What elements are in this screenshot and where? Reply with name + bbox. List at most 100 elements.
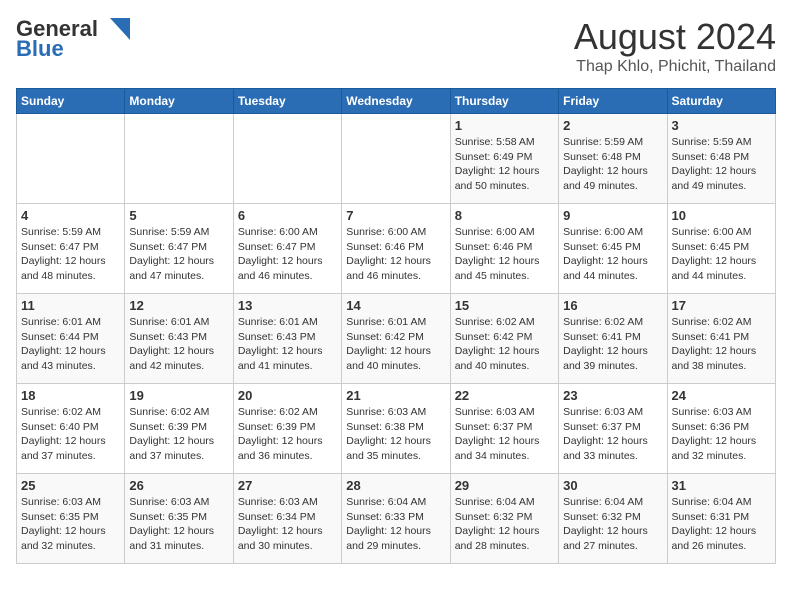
calendar-cell: 4Sunrise: 5:59 AM Sunset: 6:47 PM Daylig… [17,204,125,294]
day-header-saturday: Saturday [667,89,775,114]
day-info: Sunrise: 6:04 AM Sunset: 6:33 PM Dayligh… [346,495,445,554]
day-number: 20 [238,388,337,403]
day-number: 29 [455,478,554,493]
day-header-sunday: Sunday [17,89,125,114]
day-header-friday: Friday [559,89,667,114]
calendar-cell: 5 Sunrise: 5:59 AM Sunset: 6:47 PM Daylig… [125,204,233,294]
calendar-table: SundayMondayTuesdayWednesdayThursdayFrid… [16,88,776,564]
calendar-cell [125,114,233,204]
day-info: Sunrise: 6:03 AM Sunset: 6:36 PM Dayligh… [672,405,771,464]
day-number: 31 [672,478,771,493]
day-number: 18 [21,388,120,403]
calendar-week-5: 25 Sunrise: 6:03 AM Sunset: 6:35 PM Dayli… [17,474,776,564]
calendar-cell: 2Sunrise: 5:59 AM Sunset: 6:48 PM Daylig… [559,114,667,204]
calendar-cell: 21Sunrise: 6:03 AM Sunset: 6:38 PM Dayli… [342,384,450,474]
day-header-tuesday: Tuesday [233,89,341,114]
calendar-cell: 9 Sunrise: 6:00 AM Sunset: 6:45 PM Daylig… [559,204,667,294]
day-number: 11 [21,298,120,313]
day-header-thursday: Thursday [450,89,558,114]
calendar-cell: 13 Sunrise: 6:01 AM Sunset: 6:43 PM Dayli… [233,294,341,384]
day-number: 1 [455,118,554,133]
logo: General Blue [16,16,130,62]
day-info: Sunrise: 6:02 AM Sunset: 6:39 PM Dayligh… [238,405,337,464]
day-number: 16 [563,298,662,313]
day-info: Sunrise: 6:01 AM Sunset: 6:43 PM Dayligh… [129,315,228,374]
day-info: Sunrise: 5:59 AM Sunset: 6:48 PM Dayligh… [672,135,771,194]
calendar-cell: 25Sunrise: 6:03 AM Sunset: 6:35 PM Dayli… [17,474,125,564]
day-info: Sunrise: 6:00 AM Sunset: 6:45 PM Dayligh… [672,225,771,284]
day-info: Sunrise: 6:02 AM Sunset: 6:39 PM Dayligh… [129,405,228,464]
day-number: 14 [346,298,445,313]
calendar-cell: 14 Sunrise: 6:01 AM Sunset: 6:42 PM Dayli… [342,294,450,384]
day-number: 6 [238,208,337,223]
day-info: Sunrise: 6:00 AM Sunset: 6:45 PM Dayligh… [563,225,662,284]
day-info: Sunrise: 5:58 AM Sunset: 6:49 PM Dayligh… [455,135,554,194]
calendar-cell: 3 Sunrise: 5:59 AM Sunset: 6:48 PM Daylig… [667,114,775,204]
day-info: Sunrise: 6:04 AM Sunset: 6:32 PM Dayligh… [455,495,554,554]
day-number: 2 [563,118,662,133]
logo-icon [100,18,130,40]
calendar-cell: 7 Sunrise: 6:00 AM Sunset: 6:46 PM Daylig… [342,204,450,294]
day-header-wednesday: Wednesday [342,89,450,114]
calendar-cell: 1 Sunrise: 5:58 AM Sunset: 6:49 PM Daylig… [450,114,558,204]
calendar-cell: 28 Sunrise: 6:04 AM Sunset: 6:33 PM Dayli… [342,474,450,564]
day-info: Sunrise: 6:00 AM Sunset: 6:47 PM Dayligh… [238,225,337,284]
calendar-cell: 31 Sunrise: 6:04 AM Sunset: 6:31 PM Dayli… [667,474,775,564]
page-header: General Blue August 2024 Thap Khlo, Phic… [16,16,776,76]
day-number: 24 [672,388,771,403]
day-info: Sunrise: 6:04 AM Sunset: 6:32 PM Dayligh… [563,495,662,554]
day-info: Sunrise: 6:00 AM Sunset: 6:46 PM Dayligh… [455,225,554,284]
day-number: 12 [129,298,228,313]
calendar-cell: 10 Sunrise: 6:00 AM Sunset: 6:45 PM Dayli… [667,204,775,294]
day-number: 3 [672,118,771,133]
day-number: 30 [563,478,662,493]
logo-blue: Blue [16,36,64,62]
day-info: Sunrise: 6:03 AM Sunset: 6:37 PM Dayligh… [455,405,554,464]
calendar-week-1: 1 Sunrise: 5:58 AM Sunset: 6:49 PM Daylig… [17,114,776,204]
day-info: Sunrise: 6:02 AM Sunset: 6:41 PM Dayligh… [563,315,662,374]
calendar-week-2: 4Sunrise: 5:59 AM Sunset: 6:47 PM Daylig… [17,204,776,294]
day-number: 5 [129,208,228,223]
day-info: Sunrise: 6:04 AM Sunset: 6:31 PM Dayligh… [672,495,771,554]
calendar-cell: 29 Sunrise: 6:04 AM Sunset: 6:32 PM Dayli… [450,474,558,564]
day-number: 17 [672,298,771,313]
day-info: Sunrise: 6:03 AM Sunset: 6:35 PM Dayligh… [129,495,228,554]
day-info: Sunrise: 5:59 AM Sunset: 6:47 PM Dayligh… [129,225,228,284]
month-year: August 2024 [574,16,776,58]
calendar-cell [17,114,125,204]
day-info: Sunrise: 6:01 AM Sunset: 6:42 PM Dayligh… [346,315,445,374]
day-number: 7 [346,208,445,223]
calendar-cell: 19Sunrise: 6:02 AM Sunset: 6:39 PM Dayli… [125,384,233,474]
day-header-monday: Monday [125,89,233,114]
day-info: Sunrise: 6:01 AM Sunset: 6:44 PM Dayligh… [21,315,120,374]
calendar-cell: 8 Sunrise: 6:00 AM Sunset: 6:46 PM Daylig… [450,204,558,294]
calendar-cell: 16 Sunrise: 6:02 AM Sunset: 6:41 PM Dayli… [559,294,667,384]
day-number: 26 [129,478,228,493]
day-info: Sunrise: 6:03 AM Sunset: 6:34 PM Dayligh… [238,495,337,554]
calendar-cell: 30 Sunrise: 6:04 AM Sunset: 6:32 PM Dayli… [559,474,667,564]
day-number: 27 [238,478,337,493]
calendar-week-4: 18 Sunrise: 6:02 AM Sunset: 6:40 PM Dayli… [17,384,776,474]
day-number: 23 [563,388,662,403]
day-info: Sunrise: 6:02 AM Sunset: 6:40 PM Dayligh… [21,405,120,464]
day-number: 13 [238,298,337,313]
day-number: 25 [21,478,120,493]
day-number: 21 [346,388,445,403]
calendar-cell [233,114,341,204]
day-number: 15 [455,298,554,313]
day-info: Sunrise: 6:02 AM Sunset: 6:42 PM Dayligh… [455,315,554,374]
calendar-cell: 24 Sunrise: 6:03 AM Sunset: 6:36 PM Dayli… [667,384,775,474]
calendar-cell: 20 Sunrise: 6:02 AM Sunset: 6:39 PM Dayli… [233,384,341,474]
day-info: Sunrise: 6:01 AM Sunset: 6:43 PM Dayligh… [238,315,337,374]
day-number: 10 [672,208,771,223]
calendar-cell: 15 Sunrise: 6:02 AM Sunset: 6:42 PM Dayli… [450,294,558,384]
day-info: Sunrise: 6:00 AM Sunset: 6:46 PM Dayligh… [346,225,445,284]
calendar-week-3: 11 Sunrise: 6:01 AM Sunset: 6:44 PM Dayli… [17,294,776,384]
day-info: Sunrise: 6:02 AM Sunset: 6:41 PM Dayligh… [672,315,771,374]
day-number: 9 [563,208,662,223]
day-number: 8 [455,208,554,223]
calendar-cell: 26 Sunrise: 6:03 AM Sunset: 6:35 PM Dayli… [125,474,233,564]
calendar-cell: 23Sunrise: 6:03 AM Sunset: 6:37 PM Dayli… [559,384,667,474]
calendar-cell: 22Sunrise: 6:03 AM Sunset: 6:37 PM Dayli… [450,384,558,474]
day-number: 28 [346,478,445,493]
